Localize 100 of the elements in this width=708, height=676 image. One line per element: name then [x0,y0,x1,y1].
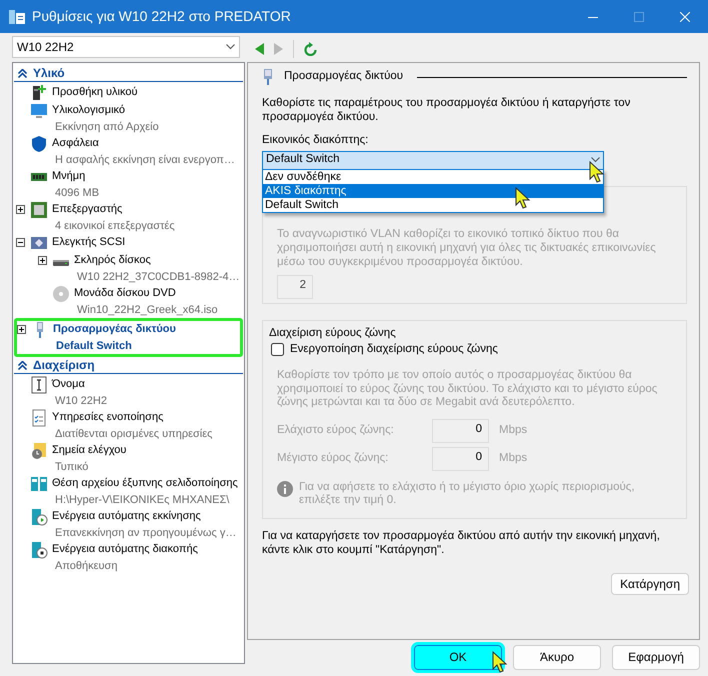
tree-item[interactable]: Ελεγκτής SCSI [13,234,244,252]
dropdown-option[interactable]: Default Switch [263,198,603,212]
bandwidth-field[interactable]: 0 [432,418,489,443]
item-title: Ενέργεια αυτόματης εκκίνησης [52,509,202,524]
item-subtitle: Διατίθενται ορισμένες υπηρεσίες [54,426,212,442]
tree-item[interactable]: Σημεία ελέγχου Τυπικό [13,442,244,475]
item-title: Προσθήκη υλικού [52,85,138,100]
chevron-down-icon [226,44,235,50]
autostart-icon [30,508,48,526]
tree-item[interactable]: Προσαρμογέας δικτύου Default Switch [14,318,243,357]
vm-select[interactable]: W10 22H2 [12,36,240,58]
bandwidth-field[interactable]: 0 [432,446,489,471]
description-text: Καθορίστε τις παραμέτρους του προσαρμογέα δικτύου ή καταργήστε τον προσαρμογέα δικτύου. [262,96,632,124]
collapse-icon[interactable] [16,238,25,247]
remove-instructions: Για να καταργήσετε τον προσαρμογέα δικτύου από αυτήν την εικονική μηχανή, κάντε κλικ στο κουμπί "Κατάργηση". [262,528,661,557]
item-subtitle: Τυπικό [54,460,90,474]
checkbox[interactable] [271,342,284,356]
unit-label: Mbps [499,452,528,466]
switch-select-value: Default Switch [266,153,340,168]
item-title: Όνομα [52,377,86,392]
item-subtitle: W10 22H2_37C0CDB1-8982-4… [76,270,240,284]
item-subtitle: Default Switch [55,338,133,354]
monitor-icon [30,102,48,120]
field-label: Μέγιστο εύρος ζώνης: [277,452,390,466]
item-subtitle: Η ασφαλής εκκίνηση είναι ενεργοπ… [54,152,235,168]
tree-item[interactable]: Θέση αρχείου έξυπνης σελιδοποίησης H:\Hyper-V\ΕΙΚΟΝΙΚΕς ΜΗΧΑΝΕΣ\ [13,475,244,508]
item-subtitle: Επανεκκίνηση αν προηγουμένως γ… [54,526,236,540]
checklist-icon [30,409,48,427]
add-hardware-icon [30,84,48,102]
switch-select[interactable]: Default Switch [262,150,604,170]
item-title: Επεξεργαστής [52,202,124,217]
chip-icon [30,201,48,219]
tree-item[interactable]: Μνήμη 4096 MB [13,168,244,201]
dialog-button[interactable]: Άκυρο [513,645,601,670]
item-subtitle: W10 22H2 [54,394,107,408]
item-title: Υλικολογισμικό [52,103,126,118]
item-subtitle: H:\Hyper-V\ΕΙΚΟΝΙΚΕς ΜΗΧΑΝΕΣ\ [54,492,230,508]
item-subtitle: 4096 MB [54,186,100,200]
dropdown-option[interactable]: AKIS διακόπτης [263,184,603,198]
dialog-button[interactable]: Εφαρμογή [612,645,700,670]
info-text: Για να αφήσετε το ελάχιστο ή το μέγιστο όριο χωρίς περιορισμούς, επιλέξτε την τιμή 0. [299,480,636,508]
section-heading: Προσαρμογέας δικτύου [284,70,404,84]
tree-item[interactable]: Προσθήκη υλικού [13,84,244,102]
expand-icon[interactable] [16,205,25,214]
field-label: Ελάχιστο εύρος ζώνης: [277,424,395,438]
item-title: Σκληρός δίσκος [74,253,152,268]
field-label: Εικονικός διακόπτης: [262,134,370,148]
group-legend: Διαχείριση εύρους ζώνης [269,326,398,341]
tree-item[interactable]: Μονάδα δίσκου DVD Win10_22H2_Greek_x64.iso [13,285,244,318]
drive-icon [53,260,69,266]
tree-item[interactable]: Ασφάλεια Η ασφαλής εκκίνηση είναι ενεργοπ… [13,135,244,168]
info-icon [277,480,293,497]
window-title: Ρυθμίσεις για W10 22H2 στο PREDATOR [32,8,292,25]
vm-select-value: W10 22H2 [17,40,74,54]
tree-item[interactable]: Σκληρός δίσκος W10 22H2_37C0CDB1-8982-4… [13,252,244,285]
tree-item[interactable]: Επεξεργαστής 4 εικονικοί επεξεργαστές [13,201,244,234]
expand-icon[interactable] [17,325,26,334]
chevron-down-icon [591,157,600,164]
paging-file-icon [30,475,48,493]
collapse-chevrons-icon [18,360,27,370]
item-title: Σημεία ελέγχου [52,443,126,458]
item-title: Προσαρμογέας δικτύου [53,322,176,337]
section-header[interactable]: Υλικό [14,65,243,82]
refresh-icon[interactable] [304,42,317,56]
section-header[interactable]: Διαχείριση [14,357,243,374]
item-title: Υπηρεσίες ενοποίησης [52,410,164,425]
checkbox-label: Ενεργοποίηση διαχείρισης εύρους ζώνης [290,342,498,356]
item-subtitle: Εκκίνηση από Αρχείο [54,120,159,134]
close-icon [680,12,690,22]
autostop-icon [30,541,48,559]
collapse-chevrons-icon [18,68,27,78]
tree-item[interactable]: Όνομα W10 22H2 [13,376,244,409]
checkpoint-icon [30,442,48,460]
vlan-description: Το αναγνωριστικό VLAN καθορίζει το εικονικό τοπικό δίκτυο που θα χρησιμοποιήσει αυτή η εικονική μηχανή για όλες τις δικτυακές επικοινωνίες μέσω του συγκεκριμένου προσαρμογέα δικτύου. [277,226,657,269]
text-cursor-icon [30,376,48,394]
tree-item[interactable]: Ενέργεια αυτόματης εκκίνησης Επανεκκίνηση αν προηγουμένως γ… [13,508,244,541]
unit-label: Mbps [499,424,528,438]
controller-icon [30,234,48,252]
tree-item[interactable]: Ενέργεια αυτόματης διακοπής Αποθήκευση [13,541,244,574]
maximize-icon [634,12,644,22]
remove-button[interactable]: Κατάργηση [611,572,689,595]
settings-window-icon [8,8,26,26]
dropdown-option[interactable]: Δεν συνδέθηκε [263,170,603,184]
tree-item[interactable]: Υπηρεσίες ενοποίησης Διατίθενται ορισμένες υπηρεσίες [13,409,244,442]
network-adapter-icon [262,69,274,85]
dialog-button[interactable]: OK [414,645,502,670]
expand-icon[interactable] [38,256,47,265]
bandwidth-description: Καθορίστε τον τρόπο με τον οποίο αυτός ο προσαρμογέας δικτύου θα χρησιμοποιεί το εύρος ζώνης του δικτύου. Το ελάχιστο και το μέγιστο εύρος ζώνης μετρώνται και τα δύο σε Megabit ανά δευτερόλεπτο. [277,369,658,410]
item-title: Μονάδα δίσκου DVD [74,286,177,301]
item-subtitle: Win10_22H2_Greek_x64.iso [76,302,218,318]
tree-item[interactable]: Υλικολογισμικό Εκκίνηση από Αρχείο [13,102,244,135]
back-arrow-icon[interactable] [255,42,264,54]
item-title: Ασφάλεια [52,136,100,151]
item-title: Θέση αρχείου έξυπνης σελιδοποίησης [52,476,238,491]
forward-arrow-icon[interactable] [274,42,283,54]
item-subtitle: Αποθήκευση [54,558,118,574]
item-title: Μνήμη [52,169,86,184]
item-subtitle: 4 εικονικοί επεξεργαστές [54,218,175,234]
item-title: Ελεγκτής SCSI [52,235,126,250]
shield-icon [30,135,48,153]
